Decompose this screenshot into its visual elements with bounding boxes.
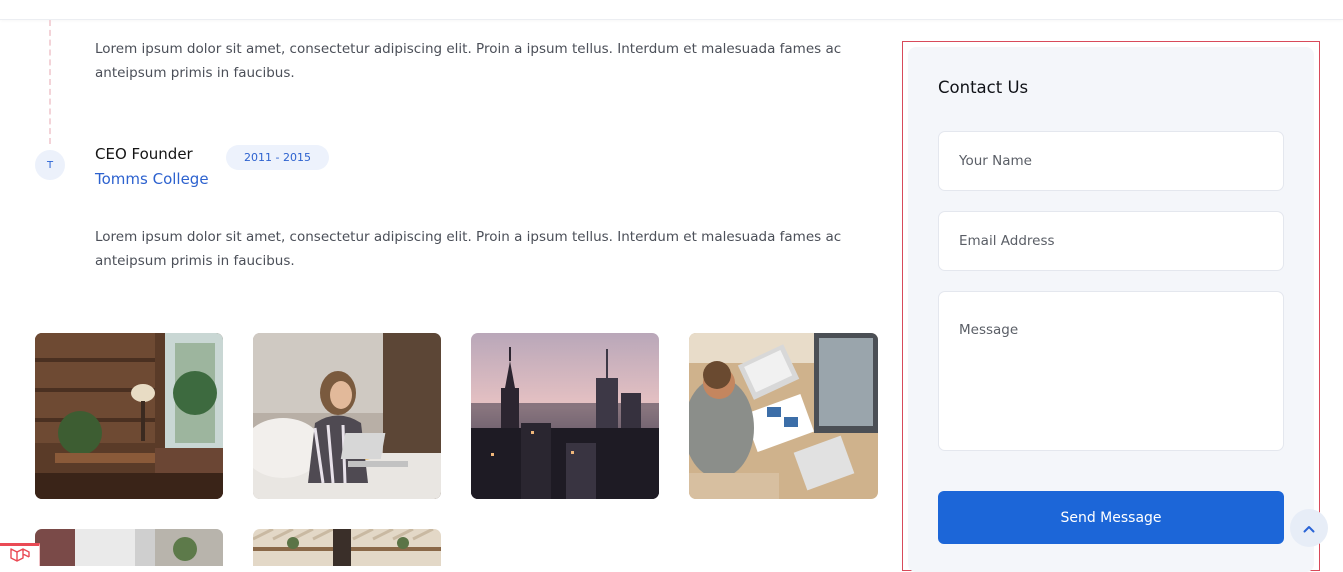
email-input[interactable] — [938, 211, 1284, 271]
contact-title: Contact Us — [938, 78, 1029, 97]
timeline-entry-description: Lorem ipsum dolor sit amet, consectetur … — [95, 229, 842, 269]
send-message-button[interactable]: Send Message — [938, 491, 1284, 544]
message-textarea[interactable] — [938, 291, 1284, 451]
gallery-image-desk-laptops[interactable] — [689, 333, 878, 499]
timeline-year-badge: 2011 - 2015 — [226, 145, 329, 170]
timeline-entry-title: CEO Founder — [95, 145, 193, 163]
timeline-organization-link[interactable]: Tomms College — [95, 170, 209, 188]
debug-toolbar-toggle[interactable] — [0, 543, 40, 566]
gallery-image-6[interactable] — [253, 529, 441, 566]
gallery-image-living-room[interactable] — [35, 333, 223, 499]
laravel-logo-icon — [9, 546, 31, 566]
gallery-image-city-skyline[interactable] — [471, 333, 659, 499]
timeline-connector — [49, 20, 51, 144]
gallery-image-5[interactable] — [35, 529, 223, 566]
scroll-to-top-button[interactable] — [1290, 509, 1328, 547]
timeline-marker: T — [35, 150, 65, 180]
chevron-up-icon — [1303, 521, 1315, 536]
gallery-image-woman-laptop[interactable] — [253, 333, 441, 499]
top-header-bar — [0, 0, 1343, 20]
name-input[interactable] — [938, 131, 1284, 191]
timeline-intro-text: Lorem ipsum dolor sit amet, consectetur … — [95, 41, 842, 81]
